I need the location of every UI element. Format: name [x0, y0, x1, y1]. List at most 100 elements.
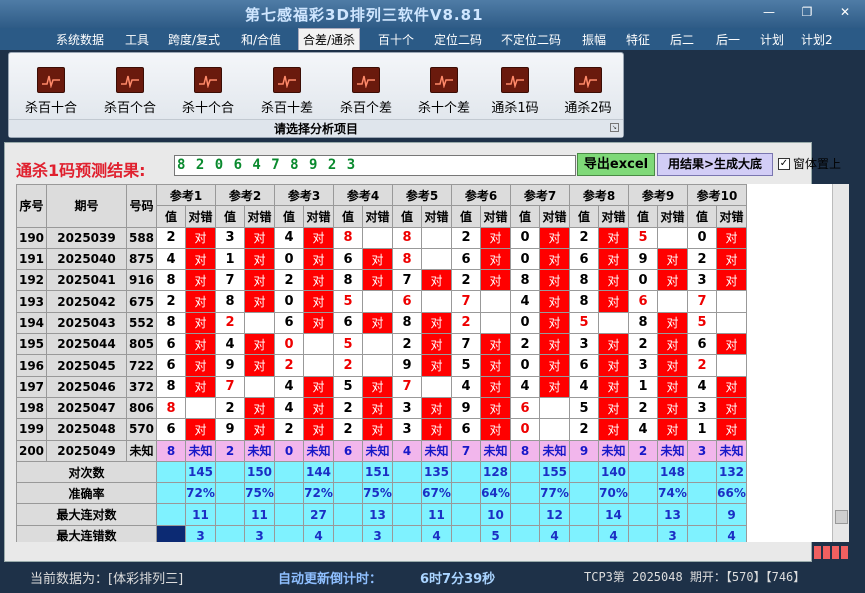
menu-item-4[interactable]: 合差/通杀 — [298, 28, 361, 50]
cell-number: 806 — [126, 396, 157, 420]
table-row[interactable]: 191 2025040 875 4 对 1 对 0 对 6 对 8 6 对 0 对 6 对 9 对 2 对 — [16, 247, 747, 271]
cell-miss — [716, 290, 747, 313]
stats-spacer — [510, 460, 540, 484]
table-row[interactable]: 192 2025041 916 8 对 7 对 2 对 8 对 7 对 2 对 8 对 8 对 0 对 3 对 — [16, 269, 747, 292]
cell-seq: 194 — [16, 311, 47, 335]
cell-value: 4 — [215, 333, 245, 356]
vertical-scrollbar[interactable] — [832, 184, 849, 542]
cell-unknown: 未知 — [421, 439, 452, 462]
cell-value: 4 — [451, 375, 481, 398]
menu-item-7[interactable]: 不定位二码 — [497, 31, 565, 49]
table-row[interactable]: 199 2025048 570 6 对 9 对 2 对 2 对 3 对 6 对 0 2 对 4 对 1 对 — [16, 418, 747, 441]
cell-value: 0 — [510, 226, 540, 249]
cell-miss — [421, 375, 452, 398]
cell-value: 2 — [274, 418, 304, 441]
ribbon-button-label: 杀百十合 — [24, 101, 77, 116]
menu-item-0[interactable]: 系统数据 — [52, 31, 108, 49]
cell-value: 9 — [569, 439, 599, 462]
cell-unknown: 未知 — [657, 439, 688, 462]
table-row[interactable]: 193 2025042 675 2 对 8 对 0 对 5 6 7 4 对 8 对 6 7 — [16, 290, 747, 313]
menu-item-5[interactable]: 百十个 — [374, 31, 418, 49]
menu-item-3[interactable]: 和/合值 — [237, 31, 285, 49]
stats-spacer — [215, 460, 245, 484]
ribbon-button-3[interactable]: 杀百十差 — [255, 67, 319, 117]
cell-hit: 对 — [480, 333, 511, 356]
cell-value: 3 — [687, 396, 717, 420]
cell-hit: 对 — [539, 247, 570, 271]
cell-value: 9 — [215, 354, 245, 377]
table-row[interactable]: 190 2025039 588 2 对 3 对 4 对 8 8 2 对 0 对 2 对 5 0 对 — [16, 226, 747, 249]
prediction-result-field[interactable]: 8 2 0 6 4 7 8 9 2 3 — [174, 155, 576, 176]
generate-base-button[interactable]: 用结果>生成大底 — [657, 153, 773, 176]
chart-icon — [501, 67, 529, 93]
header-val: 值 — [274, 205, 304, 228]
ribbon-button-2[interactable]: 杀十个合 — [176, 67, 240, 117]
dialog-launcher-icon[interactable]: ↘ — [610, 123, 619, 132]
menu-item-9[interactable]: 特征 — [622, 31, 654, 49]
cell-value: 6 — [451, 418, 481, 441]
chart-icon — [430, 67, 458, 93]
stats-value: 11 — [185, 503, 216, 526]
cell-value: 9 — [451, 396, 481, 420]
menu-item-8[interactable]: 振幅 — [578, 31, 610, 49]
current-row[interactable]: 200 2025049 未知 8 未知 2 未知 0 未知 6 未知 4 未知 7 未知 8 未知 9 未知 2 未知 3… — [16, 439, 747, 462]
ribbon-button-6[interactable]: 通杀1码 — [483, 67, 547, 117]
export-excel-button[interactable]: 导出excel — [577, 153, 655, 176]
cell-hit: 对 — [598, 375, 629, 398]
stats-spacer — [215, 524, 245, 542]
ribbon-button-7[interactable]: 通杀2码 — [556, 67, 620, 117]
ribbon-button-4[interactable]: 杀百个差 — [334, 67, 398, 117]
stats-value: 148 — [657, 460, 688, 484]
menu-item-12[interactable]: 计划 — [756, 31, 788, 49]
cell-value: 5 — [569, 396, 599, 420]
table-row[interactable]: 196 2025045 722 6 对 9 对 2 2 9 对 5 对 0 对 6 对 3 对 2 — [16, 354, 747, 377]
checkbox-check-icon[interactable]: ✓ — [778, 157, 790, 170]
table-row[interactable]: 195 2025044 805 6 对 4 对 0 5 2 对 7 对 2 对 3 对 2 对 6 对 — [16, 333, 747, 356]
stats-value: 132 — [716, 460, 747, 484]
ribbon-button-1[interactable]: 杀百个合 — [98, 67, 162, 117]
table-row[interactable]: 197 2025046 372 8 对 7 4 对 5 对 7 4 对 4 对 4 对 1 对 4 对 — [16, 375, 747, 398]
cell-number: 372 — [126, 375, 157, 398]
stats-spacer — [215, 503, 245, 526]
cell-value: 2 — [628, 396, 658, 420]
cell-miss — [362, 290, 393, 313]
menu-item-10[interactable]: 后二 — [666, 31, 698, 49]
cell-hit: 对 — [716, 333, 747, 356]
menu-item-13[interactable]: 计划2 — [797, 31, 837, 49]
last-draw-info: TCP3第 2025048 期开：【570】【746】 — [584, 570, 806, 584]
stats-value: 3 — [185, 524, 216, 542]
cell-value: 0 — [274, 439, 304, 462]
minimize-icon[interactable]: — — [758, 4, 780, 20]
cell-hit: 对 — [362, 311, 393, 335]
close-icon[interactable]: ✕ — [834, 4, 856, 20]
menu-item-11[interactable]: 后一 — [712, 31, 744, 49]
cell-value: 8 — [333, 226, 363, 249]
scrollbar-thumb[interactable] — [835, 510, 848, 524]
table-row[interactable]: 198 2025047 806 8 2 对 4 对 2 对 3 对 9 对 6 5 对 2 对 3 对 — [16, 396, 747, 420]
table-row[interactable]: 194 2025043 552 8 对 2 6 对 6 对 8 对 2 0 对 5 8 对 5 — [16, 311, 747, 335]
cell-hit: 对 — [421, 269, 452, 292]
menu-item-1[interactable]: 工具 — [121, 31, 153, 49]
cell-hit: 对 — [657, 418, 688, 441]
cell-value: 7 — [451, 290, 481, 313]
cell-value: 8 — [392, 311, 422, 335]
cell-period: 2025048 — [46, 418, 127, 441]
topmost-checkbox[interactable]: ✓ 窗体置上 — [778, 155, 841, 172]
header-ref: 参考7 — [510, 184, 570, 207]
ribbon-button-0[interactable]: 杀百十合 — [19, 67, 83, 117]
cell-value: 4 — [510, 290, 540, 313]
stats-spacer — [628, 482, 658, 505]
ribbon-button-5[interactable]: 杀十个差 — [412, 67, 476, 117]
cell-hit: 对 — [362, 418, 393, 441]
cell-seq: 191 — [16, 247, 47, 271]
stats-spacer — [392, 524, 422, 542]
stats-value: 3 — [362, 524, 393, 542]
cell-hit: 对 — [362, 269, 393, 292]
cell-value: 4 — [274, 226, 304, 249]
menu-item-6[interactable]: 定位二码 — [430, 31, 486, 49]
stats-value: 75% — [362, 482, 393, 505]
restore-icon[interactable]: ❐ — [796, 4, 818, 20]
cell-hit: 对 — [657, 354, 688, 377]
menu-item-2[interactable]: 跨度/复式 — [164, 31, 224, 49]
cell-hit: 对 — [598, 269, 629, 292]
